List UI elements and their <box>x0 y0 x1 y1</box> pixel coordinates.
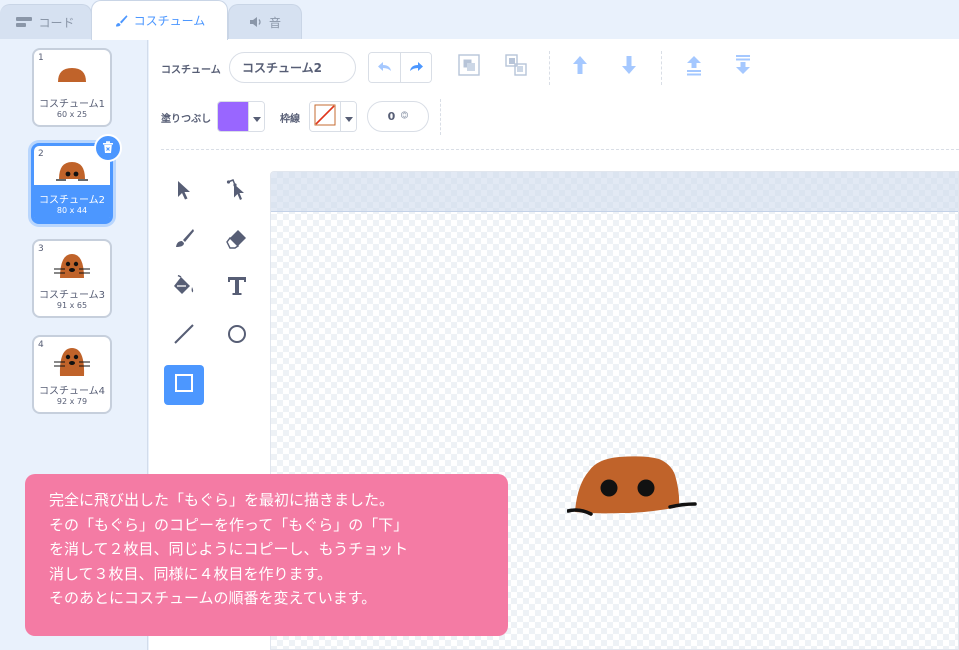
arrow-up-icon <box>569 54 591 80</box>
to-back-icon <box>732 54 754 80</box>
speaker-icon <box>249 16 263 28</box>
mole-costume-drawing[interactable] <box>566 447 697 526</box>
fill-label: 塗りつぶし <box>161 114 212 125</box>
stepper-icon[interactable] <box>401 110 409 123</box>
ungroup-button[interactable] <box>502 53 530 81</box>
note-line: そのあとにコスチュームの順番を変えています。 <box>49 589 377 607</box>
costume-item-1[interactable]: 1 コスチューム1 60 x 25 <box>32 48 112 127</box>
outline-width-input[interactable]: 0 <box>367 101 429 132</box>
undo-button[interactable] <box>369 53 400 82</box>
note-line: 消して３枚目、同様に４枚目を作ります。 <box>49 564 333 583</box>
outline-width-value: 0 <box>387 110 396 123</box>
outline-swatch <box>310 102 341 131</box>
fill-color-picker[interactable] <box>217 101 265 132</box>
group-button[interactable] <box>455 53 483 81</box>
backward-button[interactable] <box>615 53 643 81</box>
costume-name: コスチューム3 <box>38 290 106 301</box>
tool-select[interactable] <box>164 172 204 212</box>
note-line: を消して２枚目、同じようにコピーし、もうチョット <box>49 540 409 558</box>
tab-costumes-label: コスチューム <box>133 14 206 28</box>
costume-item-3[interactable]: 3 コスチューム3 91 x 65 <box>32 239 112 318</box>
costume-thumbnail <box>34 58 110 90</box>
costume-size: 80 x 44 <box>56 206 88 215</box>
tab-costumes[interactable]: コスチューム <box>91 0 228 40</box>
toolbar-divider <box>549 51 550 85</box>
canvas-header <box>271 172 958 212</box>
costume-size: 60 x 25 <box>56 110 88 119</box>
tool-circle[interactable] <box>217 316 257 356</box>
undo-redo-group <box>368 52 432 83</box>
redo-button[interactable] <box>400 53 431 82</box>
costume-name: コスチューム4 <box>38 386 106 397</box>
toolbar-separator <box>161 149 959 150</box>
costume-name: コスチューム2 <box>38 195 106 206</box>
rectangle-icon <box>173 372 195 398</box>
tool-eraser[interactable] <box>217 220 257 260</box>
code-blocks-icon <box>16 16 33 28</box>
fill-swatch <box>218 102 249 131</box>
text-icon <box>227 275 247 301</box>
costume-thumbnail <box>34 249 110 281</box>
forward-button[interactable] <box>566 53 594 81</box>
undo-icon <box>377 58 393 77</box>
paint-bucket-icon <box>172 274 196 301</box>
paintbrush-icon <box>173 227 195 253</box>
circle-icon <box>226 323 248 349</box>
tab-code-label: コード <box>38 15 75 30</box>
outline-label: 枠線 <box>280 114 300 125</box>
paintbrush-icon <box>114 14 128 28</box>
note-line: 完全に飛び出した「もぐら」を最初に描きました。 <box>49 491 395 509</box>
costume-item-4[interactable]: 4 コスチューム4 92 x 79 <box>32 335 112 414</box>
fill-dropdown[interactable] <box>248 102 264 131</box>
costume-name-label: コスチューム <box>161 65 221 76</box>
tool-reshape[interactable] <box>217 172 257 212</box>
group-icon <box>457 53 481 81</box>
front-button[interactable] <box>680 53 708 81</box>
costume-name: コスチューム1 <box>38 99 106 110</box>
tool-rectangle[interactable] <box>164 365 204 405</box>
tab-sounds[interactable]: 音 <box>228 4 302 39</box>
caret-down-icon <box>252 107 261 126</box>
ungroup-icon <box>504 53 528 81</box>
reshape-icon <box>226 178 248 206</box>
tab-sounds-label: 音 <box>268 15 281 30</box>
toolbar-divider <box>661 51 662 85</box>
costume-thumbnail <box>34 345 110 377</box>
delete-costume-button[interactable] <box>94 134 122 162</box>
redo-icon <box>408 58 424 77</box>
tab-code[interactable]: コード <box>0 4 92 39</box>
editor-tabs: コード コスチューム 音 <box>0 0 959 40</box>
back-button[interactable] <box>729 53 757 81</box>
to-front-icon <box>683 54 705 80</box>
tool-brush[interactable] <box>164 220 204 260</box>
arrow-cursor-icon <box>175 179 193 205</box>
note-line: その「もぐら」のコピーを作って「もぐら」の「下」 <box>49 515 409 534</box>
tool-fill[interactable] <box>164 268 204 308</box>
outline-color-picker[interactable] <box>309 101 357 132</box>
costume-name-input[interactable] <box>229 52 356 83</box>
eraser-icon <box>226 227 248 253</box>
caret-down-icon <box>344 107 353 126</box>
annotation-note: 完全に飛び出した「もぐら」を最初に描きました。 その「もぐら」のコピーを作って「… <box>25 474 508 636</box>
line-icon <box>173 323 195 349</box>
toolbar-divider <box>440 99 441 135</box>
costume-size: 91 x 65 <box>56 301 88 310</box>
trash-icon <box>101 139 115 158</box>
tool-text[interactable] <box>217 268 257 308</box>
costume-size: 92 x 79 <box>56 397 88 406</box>
outline-dropdown[interactable] <box>340 102 356 131</box>
arrow-down-icon <box>618 54 640 80</box>
tool-line[interactable] <box>164 316 204 356</box>
no-color-icon <box>314 104 336 130</box>
